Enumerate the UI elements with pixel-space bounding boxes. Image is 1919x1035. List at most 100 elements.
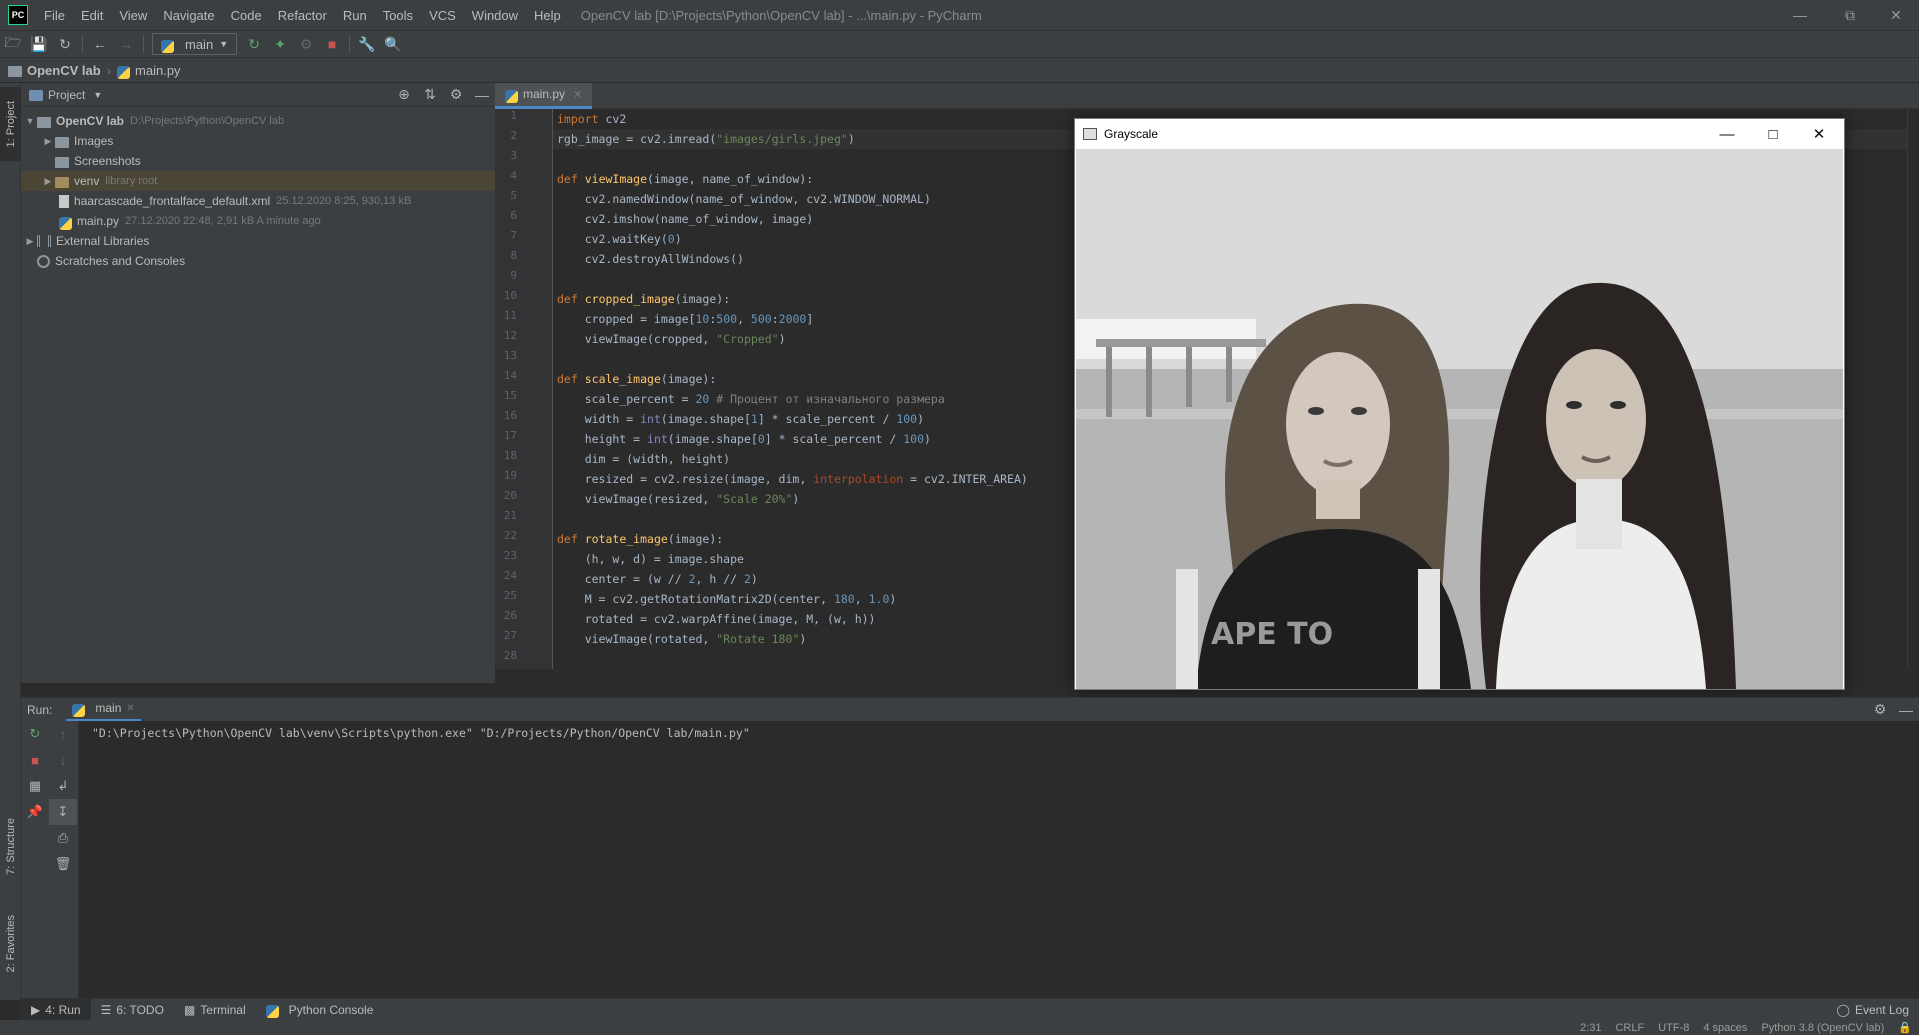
- pin-icon[interactable]: 📌: [21, 799, 49, 825]
- rerun-icon[interactable]: ↻: [241, 32, 267, 56]
- up-arrow-icon[interactable]: ↑: [49, 721, 77, 747]
- menu-code[interactable]: Code: [223, 8, 270, 23]
- trash-icon[interactable]: 🗑: [49, 851, 77, 877]
- sync-icon[interactable]: ↻: [52, 32, 78, 56]
- tab-favorites[interactable]: 2: Favorites: [0, 901, 21, 987]
- gear-icon[interactable]: ⚙: [443, 83, 469, 107]
- tab-run[interactable]: ▶ 4: Run: [21, 998, 91, 1021]
- tree-item-screenshots[interactable]: Screenshots: [21, 151, 495, 171]
- wrench-icon[interactable]: 🔧: [354, 32, 380, 56]
- layout-icon[interactable]: ▦: [21, 773, 49, 799]
- tree-item-scratches[interactable]: Scratches and Consoles: [21, 251, 495, 271]
- tab-structure[interactable]: 7: Structure: [0, 803, 21, 889]
- minimize-icon[interactable]: —: [1704, 119, 1750, 149]
- tab-event-log[interactable]: ◯ Event Log: [1827, 999, 1919, 1021]
- python-icon: [161, 39, 174, 53]
- scroll-to-end-icon[interactable]: ↧: [49, 799, 77, 825]
- chevron-down-icon[interactable]: ▼: [93, 90, 102, 100]
- forward-icon[interactable]: →: [113, 32, 139, 56]
- collapsed-arrow-icon[interactable]: ▶: [23, 236, 37, 247]
- menu-edit[interactable]: Edit: [73, 8, 111, 23]
- menu-view[interactable]: View: [111, 8, 155, 23]
- gear-icon[interactable]: ⚙: [1867, 698, 1893, 722]
- tab-structure-label: 7: Structure: [4, 817, 17, 875]
- menu-file[interactable]: File: [36, 8, 73, 23]
- coverage-icon[interactable]: ⚙: [293, 32, 319, 56]
- menu-window[interactable]: Window: [464, 8, 526, 23]
- back-icon[interactable]: ←: [87, 32, 113, 56]
- code-line: dim = (width, height): [557, 452, 731, 466]
- print-icon[interactable]: ⎙: [49, 825, 77, 851]
- tree-root-label: OpenCV lab: [56, 114, 125, 128]
- down-arrow-icon[interactable]: ↓: [49, 747, 77, 773]
- line-number: 5: [510, 189, 517, 202]
- code-line: import cv2: [557, 112, 627, 126]
- status-indent[interactable]: 4 spaces: [1696, 1022, 1754, 1034]
- status-encoding[interactable]: UTF-8: [1651, 1022, 1696, 1034]
- open-folder-icon[interactable]: 🗁: [0, 32, 26, 56]
- menu-tools[interactable]: Tools: [375, 8, 421, 23]
- close-tab-icon[interactable]: ✕: [126, 703, 134, 714]
- lock-icon[interactable]: 🔒: [1891, 1021, 1919, 1034]
- folder-icon: [55, 156, 69, 168]
- tab-terminal[interactable]: ▩ Terminal: [174, 999, 256, 1021]
- restore-icon[interactable]: ⧉: [1827, 0, 1873, 30]
- run-config-select[interactable]: main ▼: [152, 33, 238, 55]
- line-number: 4: [510, 169, 517, 182]
- menu-refactor[interactable]: Refactor: [270, 8, 335, 23]
- stop-icon[interactable]: ■: [21, 747, 49, 773]
- tab-main-py[interactable]: main.py ✕: [495, 82, 593, 109]
- collapsed-arrow-icon[interactable]: ▶: [41, 136, 55, 147]
- tab-todo[interactable]: ☰ 6: TODO: [91, 999, 174, 1021]
- project-view-select[interactable]: Project: [48, 88, 85, 102]
- code-line: cv2.namedWindow(name_of_window, cv2.WIND…: [557, 192, 931, 206]
- minimize-icon[interactable]: —: [1777, 0, 1823, 30]
- status-interpreter[interactable]: Python 3.8 (OpenCV lab): [1754, 1022, 1891, 1034]
- tree-root[interactable]: ▼ OpenCV lab D:\Projects\Python\OpenCV l…: [21, 111, 495, 131]
- code-line: resized = cv2.resize(image, dim, interpo…: [557, 472, 1028, 486]
- hide-icon[interactable]: —: [1893, 698, 1919, 722]
- tab-run-label: 4: Run: [45, 1002, 81, 1017]
- run-console[interactable]: [21, 721, 1919, 998]
- close-icon[interactable]: ✕: [1873, 0, 1919, 30]
- collapsed-arrow-icon[interactable]: ▶: [41, 176, 55, 187]
- editor-scrollbar[interactable]: [1907, 109, 1919, 669]
- tab-project[interactable]: 1: Project: [0, 87, 21, 161]
- grayscale-window[interactable]: Grayscale — □ ✕ APE TO: [1074, 118, 1845, 690]
- maximize-icon[interactable]: □: [1750, 119, 1796, 149]
- breadcrumb-project[interactable]: OpenCV lab: [27, 63, 101, 78]
- collapse-all-icon[interactable]: ⇅: [417, 83, 443, 107]
- hide-icon[interactable]: —: [469, 83, 495, 107]
- menu-navigate[interactable]: Navigate: [155, 8, 222, 23]
- search-icon[interactable]: 🔍: [380, 32, 406, 56]
- status-caret-position[interactable]: 2:31: [1573, 1022, 1608, 1034]
- code-line: center = (w // 2, h // 2): [557, 572, 758, 586]
- menu-vcs[interactable]: VCS: [421, 8, 464, 23]
- breadcrumb-file[interactable]: main.py: [135, 63, 181, 78]
- terminal-icon: ▩: [183, 1002, 196, 1017]
- stop-icon[interactable]: ■: [319, 32, 345, 56]
- debug-icon[interactable]: ✦: [267, 32, 293, 56]
- grayscale-window-titlebar[interactable]: Grayscale — □ ✕: [1075, 119, 1844, 149]
- tree-item-venv[interactable]: ▶ venv library root: [21, 171, 495, 191]
- tab-python-console[interactable]: Python Console: [256, 999, 384, 1021]
- tree-item-external-libraries[interactable]: ▶ External Libraries: [21, 231, 495, 251]
- run-panel-label: Run:: [27, 702, 53, 717]
- close-icon[interactable]: ✕: [1796, 119, 1842, 149]
- soft-wrap-icon[interactable]: ↲: [49, 773, 77, 799]
- tree-item-main-py[interactable]: main.py 27.12.2020 22:48, 2,91 kB A minu…: [21, 211, 495, 231]
- code-line: def scale_image(image):: [557, 372, 717, 386]
- menu-run[interactable]: Run: [335, 8, 375, 23]
- rerun-icon[interactable]: ↻: [21, 721, 49, 747]
- tab-run-main[interactable]: main ✕: [66, 698, 141, 722]
- save-all-icon[interactable]: 💾: [26, 32, 52, 56]
- tree-item-images[interactable]: ▶ Images: [21, 131, 495, 151]
- menu-help[interactable]: Help: [526, 8, 569, 23]
- close-tab-icon[interactable]: ✕: [573, 88, 582, 101]
- status-line-separator[interactable]: CRLF: [1608, 1022, 1651, 1034]
- expanded-arrow-icon[interactable]: ▼: [23, 116, 37, 126]
- line-number: 16: [503, 409, 517, 422]
- locate-icon[interactable]: ⊕: [391, 83, 417, 107]
- line-number: 7: [510, 229, 517, 242]
- tree-item-xml[interactable]: haarcascade_frontalface_default.xml 25.1…: [21, 191, 495, 211]
